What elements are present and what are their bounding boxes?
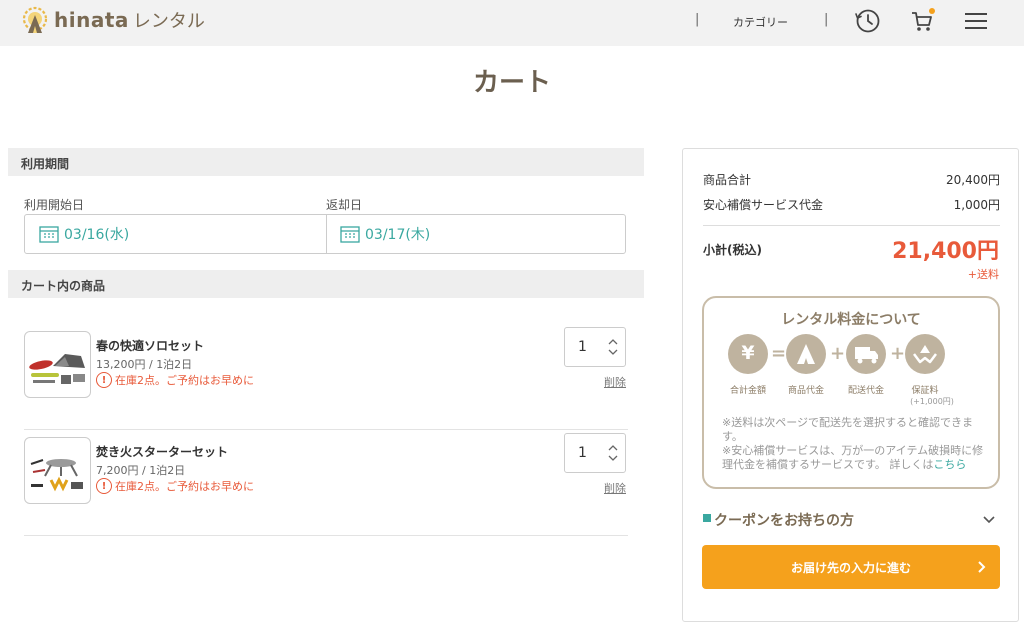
header-separator: |	[824, 12, 829, 27]
plus-sign: +	[890, 343, 906, 364]
product-price: 7,200円 / 1泊2日	[96, 464, 186, 477]
quantity-select[interactable]: 1	[564, 327, 626, 367]
cart-item: 焚き火スターターセット 7,200円 / 1泊2日 ! 在庫2点。ご予約はお早め…	[24, 430, 628, 536]
product-name[interactable]: 焚き火スターターセット	[96, 443, 228, 460]
return-date-label: 返却日	[326, 198, 363, 212]
tent-icon	[786, 334, 826, 374]
insurance-row: 安心補償サービス代金 1,000円	[703, 196, 1000, 213]
delete-link[interactable]: 削除	[604, 374, 626, 390]
details-link[interactable]: こちら	[933, 458, 966, 471]
delivery-fee-label: 配送代金	[847, 386, 884, 396]
insurance-value: 1,000円	[953, 198, 1000, 212]
fire-set-image	[30, 459, 83, 492]
product-name[interactable]: 春の快適ソロセット	[96, 337, 204, 354]
product-total-value: 20,400円	[946, 173, 1000, 187]
quantity-value: 1	[578, 339, 587, 355]
proceed-to-delivery-button[interactable]: お届け先の入力に進む	[702, 545, 1000, 589]
category-link[interactable]: カテゴリー	[733, 14, 788, 30]
start-date-value: 03/16(水)	[64, 227, 130, 243]
equals-sign: =	[771, 343, 787, 364]
quantity-select[interactable]: 1	[564, 433, 626, 473]
chevron-right-icon	[978, 561, 986, 573]
product-total-label: 商品合計	[703, 173, 752, 187]
delete-link[interactable]: 削除	[604, 480, 626, 496]
history-icon[interactable]	[854, 7, 882, 35]
rental-notes: ※送料は次ページで配送先を選択すると確認できます。 ※安心補償サービスは、万が一…	[722, 416, 984, 472]
product-price: 13,200円 / 1泊2日	[96, 358, 193, 371]
page-title: カート	[472, 68, 551, 98]
cart-section-header: カート内の商品	[8, 270, 644, 298]
stock-warning: ! 在庫2点。ご予約はお早めに	[96, 478, 254, 494]
logo-icon	[22, 6, 48, 33]
coupon-bullet	[703, 514, 711, 522]
coupon-label: クーポンをお持ちの方	[714, 513, 854, 529]
header-separator: |	[695, 12, 700, 27]
delivery-truck-icon	[846, 334, 886, 374]
return-date-value: 03/17(木)	[365, 227, 431, 243]
rental-fee-info: レンタル料金について ¥ = + + 合計金額 商品代金 配送代金 保証料 (+…	[702, 296, 1000, 489]
shipping-note-text: ※送料は次ページで配送先を選択すると確認できます。	[722, 416, 973, 443]
logo-text: hinata	[54, 8, 129, 32]
cart-item: 春の快適ソロセット 13,200円 / 1泊2日 ! 在庫2点。ご予約はお早めに…	[24, 324, 628, 430]
yen-icon: ¥	[728, 334, 768, 374]
proceed-button-label: お届け先の入力に進む	[790, 561, 911, 575]
stock-warning-text: 在庫2点。ご予約はお早めに	[115, 374, 254, 387]
guarantee-fee-label: 保証料	[911, 386, 939, 396]
hands-protect-icon	[905, 334, 945, 374]
insurance-label: 安心補償サービス代金	[703, 198, 824, 212]
calendar-icon	[39, 226, 59, 243]
rental-info-title: レンタル料金について	[781, 312, 921, 328]
site-header: hinata レンタル | カテゴリー |	[0, 0, 1024, 46]
insurance-note: ※安心補償サービスは、万が一のアイテム破損時に修理代金を補償するサービスです。 …	[722, 444, 984, 472]
chevron-down-icon	[983, 516, 995, 524]
order-summary: 商品合計 20,400円 安心補償サービス代金 1,000円 小計(税込) 21…	[682, 148, 1019, 622]
product-fee-label: 商品代金	[787, 386, 824, 396]
product-thumbnail[interactable]	[24, 331, 91, 398]
fee-formula: ¥ = + + 合計金額 商品代金 配送代金 保証料 (+1,000円)	[718, 334, 988, 412]
logo-subtext: レンタル	[132, 11, 205, 32]
total-amount-label: 合計金額	[729, 386, 766, 396]
stock-warning-text: 在庫2点。ご予約はお早めに	[115, 480, 254, 493]
start-date-field[interactable]: 03/16(水)	[39, 215, 129, 253]
stock-warning: ! 在庫2点。ご予約はお早めに	[96, 372, 254, 388]
chevron-updown-icon	[608, 445, 618, 461]
alert-icon: !	[96, 372, 112, 388]
shipping-note: +送料	[967, 268, 999, 281]
alert-icon: !	[96, 478, 112, 494]
date-range-field: 03/16(水) 03/17(木)	[24, 214, 626, 254]
chevron-updown-icon	[608, 339, 618, 355]
quantity-value: 1	[578, 445, 587, 461]
calendar-icon	[340, 226, 360, 243]
yen-symbol: ¥	[741, 342, 755, 364]
plus-sign: +	[830, 343, 846, 364]
coupon-toggle[interactable]: クーポンをお持ちの方	[703, 509, 1000, 531]
site-logo[interactable]: hinata レンタル	[22, 6, 205, 34]
subtotal-label: 小計(税込)	[703, 243, 762, 257]
solo-set-image	[29, 354, 85, 384]
period-section-header: 利用期間	[8, 148, 644, 176]
return-date-field[interactable]: 03/17(木)	[340, 215, 430, 253]
subtotal-value: 21,400円	[892, 239, 999, 264]
cart-icon[interactable]	[908, 7, 936, 35]
summary-divider	[703, 225, 1000, 226]
product-total-row: 商品合計 20,400円	[703, 171, 1000, 188]
start-date-label: 利用開始日	[24, 198, 85, 212]
menu-icon[interactable]	[962, 7, 990, 35]
product-thumbnail[interactable]	[24, 437, 91, 504]
date-divider	[326, 215, 327, 253]
cart-badge-dot	[929, 8, 935, 14]
guarantee-fee-amount: (+1,000円)	[910, 397, 954, 406]
